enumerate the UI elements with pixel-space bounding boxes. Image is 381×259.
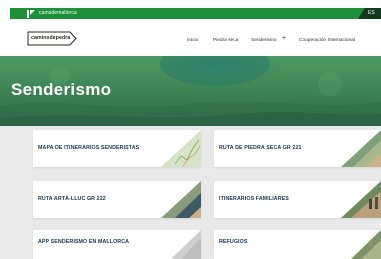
card-title: ITINERARIOS FAMILIARES <box>219 196 289 202</box>
card-title: APP SENDERISMO EN MALLORCA <box>38 239 130 245</box>
landscape-thumbnail-icon <box>351 230 381 259</box>
landscape-thumbnail-icon <box>161 181 201 218</box>
nav-item-senderismo[interactable]: Senderismo <box>251 38 277 43</box>
nav-item-inicio[interactable]: Inicio <box>187 38 198 43</box>
top-bar: camsdemallorca ES <box>0 0 381 22</box>
page-title: Senderismo <box>11 80 112 99</box>
card-refugios[interactable]: REFUGIOS <box>214 230 381 259</box>
card-ruta-arta-lluc[interactable]: RUTA ARTÀ-LLUC GR 222 <box>33 181 201 218</box>
card-title: RUTA DE PIEDRA SECA GR 221 <box>219 145 302 151</box>
card-mapa-itinerarios[interactable]: MAPA DE ITINERARIOS SENDERISTAS <box>33 130 201 167</box>
card-itinerarios-familiares[interactable]: ITINERARIOS FAMILIARES <box>214 181 381 218</box>
expand-plus-icon[interactable]: + <box>282 35 286 42</box>
language-selector[interactable]: ES <box>368 10 375 16</box>
card-ruta-piedra-seca[interactable]: RUTA DE PIEDRA SECA GR 221 <box>214 130 381 167</box>
card-app-senderismo[interactable]: APP SENDERISMO EN MALLORCA <box>33 230 201 259</box>
brand-logo-icon[interactable] <box>27 10 35 18</box>
map-thumbnail-icon <box>161 130 201 167</box>
card-title: REFUGIOS <box>219 239 248 245</box>
landscape-thumbnail-icon <box>341 130 381 167</box>
nav-item-piedra-seca[interactable]: Piedra seca <box>213 38 238 43</box>
nav-item-cooperacion[interactable]: Cooperación Internacional <box>299 38 355 43</box>
landscape-thumbnail-icon <box>341 181 381 218</box>
brand-name[interactable]: camsdemallorca <box>39 10 77 16</box>
card-title: RUTA ARTÀ-LLUC GR 222 <box>38 196 106 202</box>
site-logo-text[interactable]: caminsdepedra <box>31 35 70 41</box>
phone-thumbnail-icon <box>171 230 201 259</box>
card-title: MAPA DE ITINERARIOS SENDERISTAS <box>38 145 140 151</box>
